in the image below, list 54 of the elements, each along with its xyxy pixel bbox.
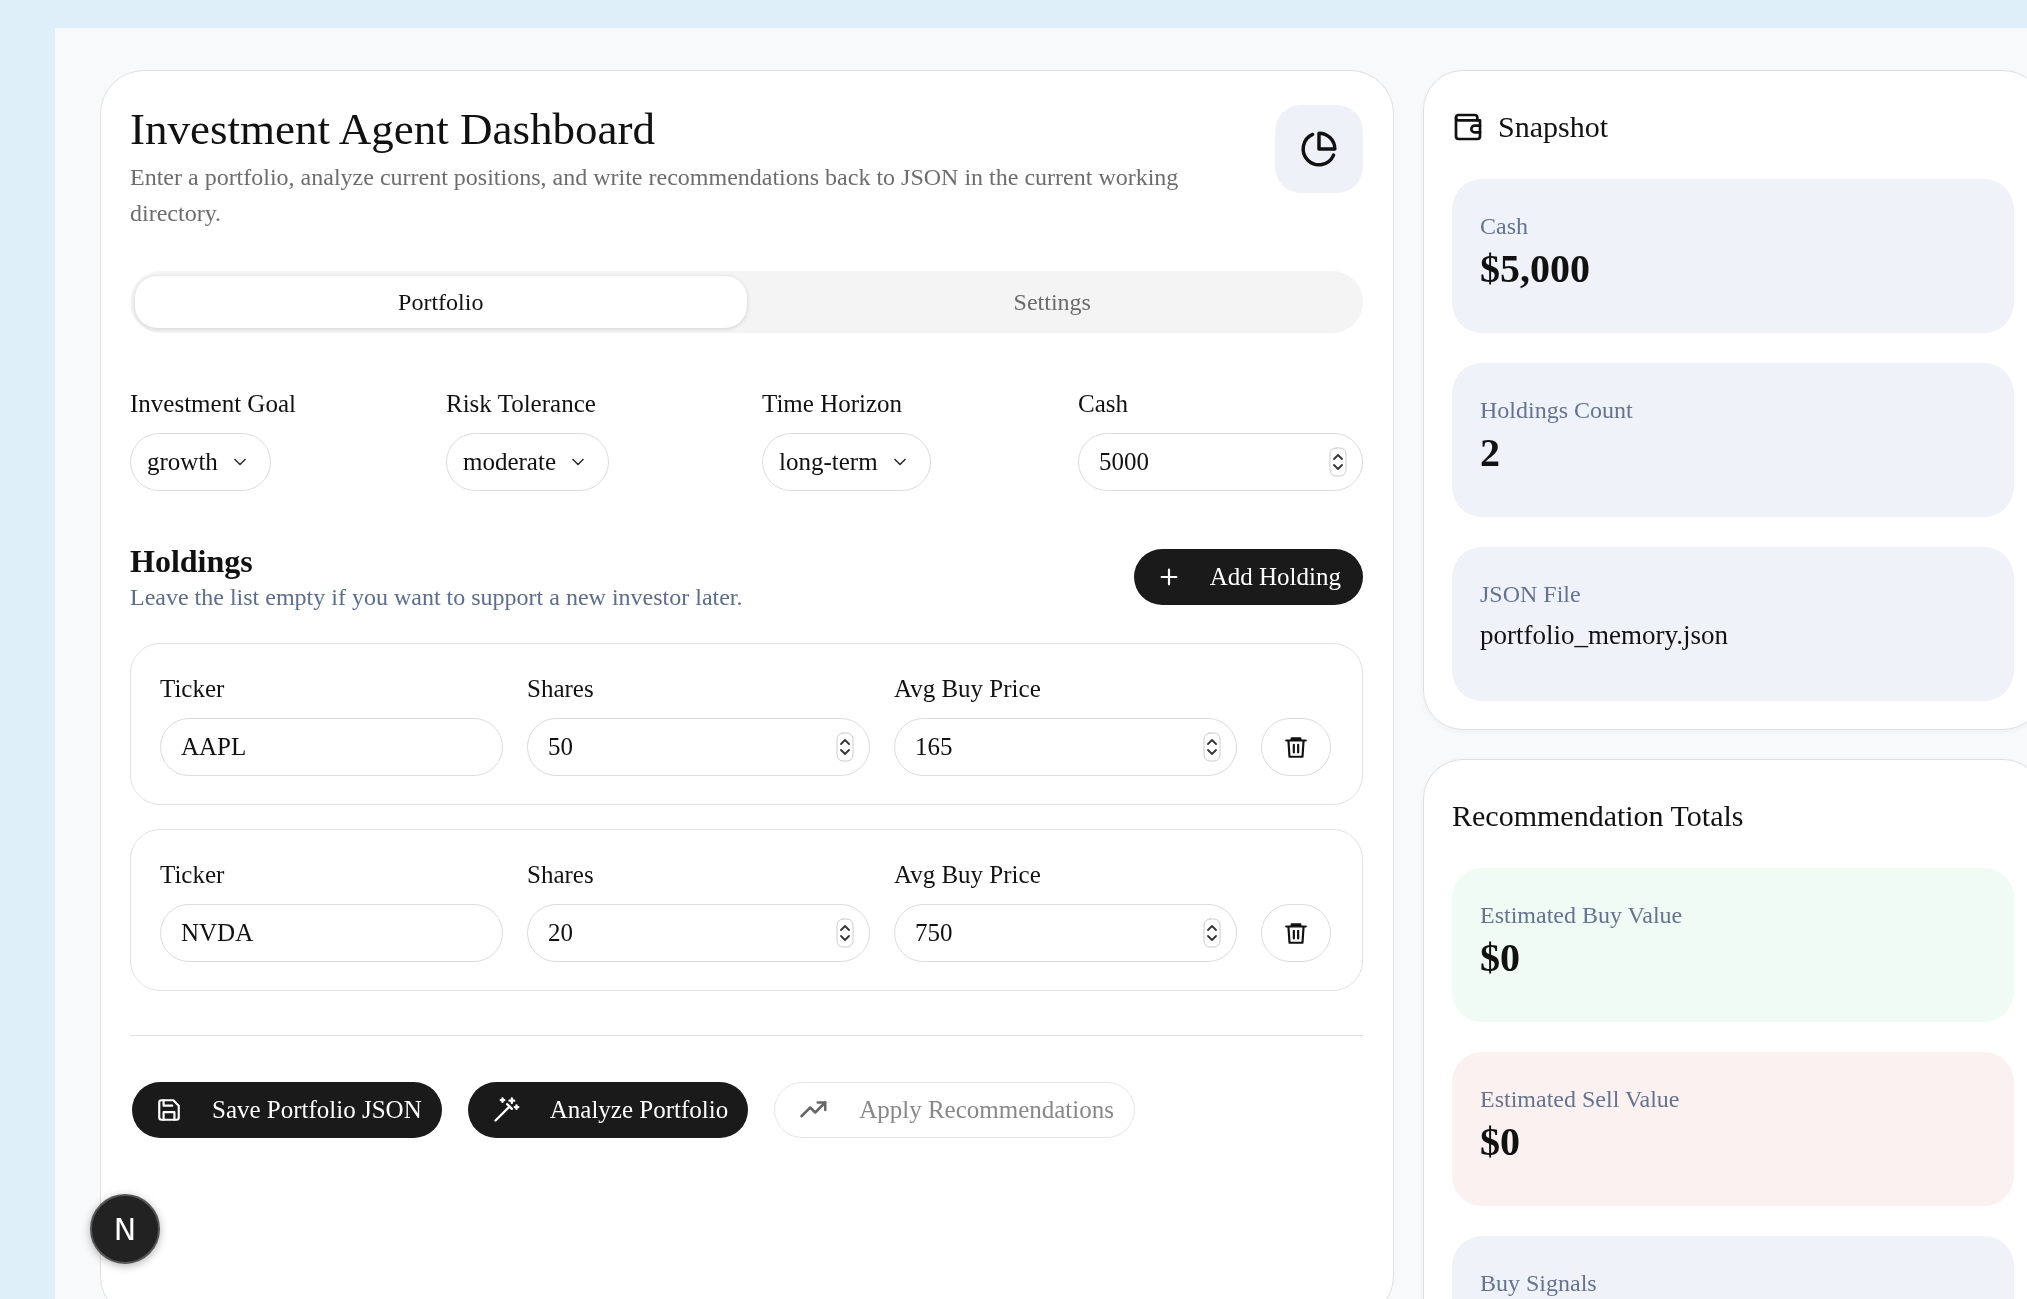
- stat-value: $5,000: [1480, 245, 1590, 293]
- chart-button[interactable]: [1275, 105, 1363, 193]
- input-field[interactable]: 5000: [1078, 433, 1363, 491]
- panel-title: Recommendation Totals: [1452, 798, 1744, 834]
- dropdown[interactable]: moderate: [446, 433, 609, 491]
- stat-label: Estimated Buy Value: [1480, 901, 1683, 930]
- input-field[interactable]: NVDA: [160, 904, 503, 962]
- stat-label: Estimated Sell Value: [1480, 1085, 1680, 1114]
- tab[interactable]: Settings: [746, 276, 1358, 328]
- pie-chart-icon: [1300, 130, 1338, 168]
- add-holding-button[interactable]: Add Holding: [1133, 549, 1363, 605]
- field-label: Avg Buy Price: [894, 860, 1041, 890]
- stat-value: 2: [1480, 429, 1500, 477]
- field-label: Ticker: [160, 860, 225, 890]
- stepper-icon[interactable]: [1203, 732, 1221, 762]
- stepper-icon[interactable]: [836, 732, 854, 762]
- dashboard-description: Enter a portfolio, analyze current positions, and write recommendations back to JSON in the current working directory.: [130, 163, 1180, 228]
- dropdown[interactable]: growth: [130, 433, 271, 491]
- section-title: Holdings: [130, 542, 253, 581]
- field-label: Risk Tolerance: [446, 389, 596, 419]
- stat-value: $0: [1480, 1118, 1520, 1166]
- field-label: Avg Buy Price: [894, 674, 1041, 704]
- dropdown[interactable]: long-term: [762, 433, 931, 491]
- section-hint: Leave the list empty if you want to support a new investor later.: [130, 583, 743, 612]
- stat-label: Holdings Count: [1480, 396, 1633, 425]
- field-label: Shares: [527, 860, 594, 890]
- input-field[interactable]: 20: [527, 904, 870, 962]
- tab[interactable]: Portfolio: [135, 276, 747, 328]
- stat-label: Buy Signals: [1480, 1269, 1597, 1298]
- wallet-icon: [1452, 111, 1484, 143]
- action-button[interactable]: Save Portfolio JSON: [132, 1082, 442, 1138]
- input-field[interactable]: AAPL: [160, 718, 503, 776]
- input-field[interactable]: 165: [894, 718, 1237, 776]
- input-field[interactable]: 750: [894, 904, 1237, 962]
- dashboard-title: Investment Agent Dashboard: [130, 103, 655, 156]
- field-label: Time Horizon: [762, 389, 903, 419]
- action-button[interactable]: Analyze Portfolio: [467, 1082, 749, 1138]
- stat-label: JSON File: [1480, 580, 1581, 609]
- magic-wand-icon: [491, 1096, 520, 1124]
- field-label: Ticker: [160, 674, 225, 704]
- stepper-icon[interactable]: [836, 918, 854, 948]
- save-icon: [156, 1097, 182, 1123]
- field-label: Shares: [527, 674, 594, 704]
- trash-icon: [1283, 920, 1309, 946]
- stepper-icon[interactable]: [1329, 447, 1347, 477]
- trash-icon: [1283, 734, 1309, 760]
- panel-title: Snapshot: [1498, 109, 1608, 145]
- stat-label: Cash: [1480, 212, 1528, 241]
- stepper-icon[interactable]: [1203, 918, 1221, 948]
- field-label: Cash: [1078, 389, 1128, 419]
- stat-value: $0: [1480, 934, 1520, 982]
- stat-value: portfolio_memory.json: [1480, 619, 1728, 652]
- input-field[interactable]: 50: [527, 718, 870, 776]
- field-label: Investment Goal: [130, 389, 296, 419]
